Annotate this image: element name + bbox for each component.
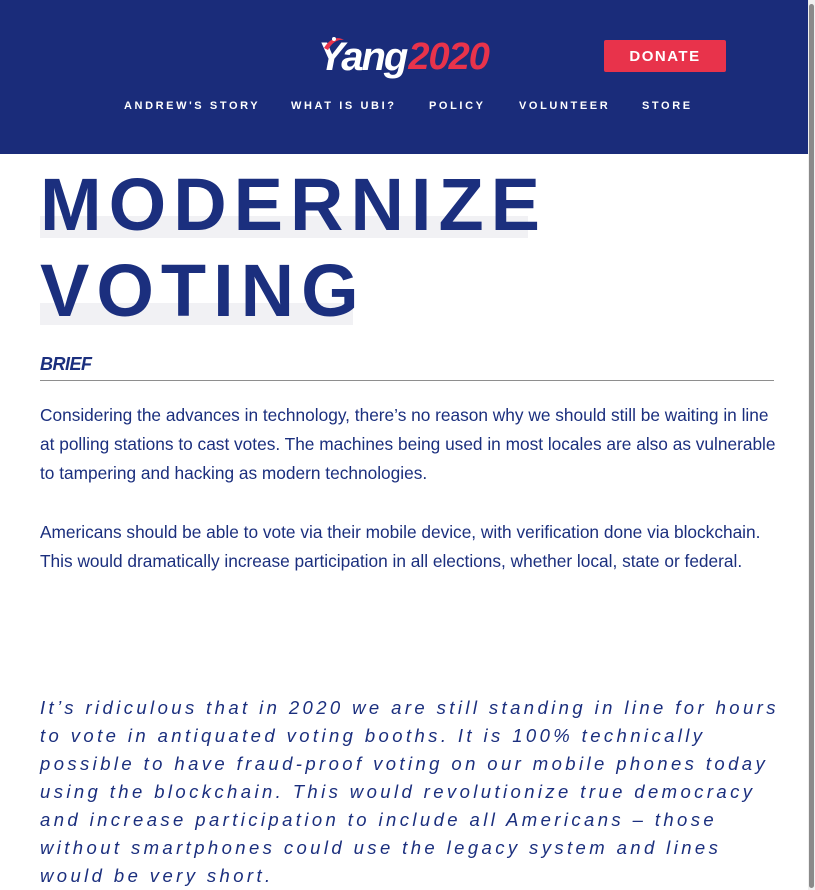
- yang2020-logo[interactable]: Yang 2020: [318, 34, 498, 80]
- nav-store[interactable]: STORE: [642, 100, 693, 112]
- body-paragraph-1: Considering the advances in technology, …: [40, 405, 776, 483]
- logo-year: 2020: [408, 35, 490, 78]
- nav-volunteer[interactable]: VOLUNTEER: [519, 100, 610, 112]
- body-paragraph-2: Americans should be able to vote via the…: [40, 522, 761, 571]
- brief-label: BRIEF: [40, 354, 92, 374]
- nav-andrews-story[interactable]: ANDREW'S STORY: [124, 100, 260, 112]
- page-title-line-1: MODERNIZE: [40, 163, 547, 246]
- flag-swoosh-icon: [324, 37, 344, 50]
- brief-divider: [40, 380, 774, 381]
- page-scrollbar[interactable]: [808, 0, 815, 890]
- site-header: Yang 2020 DONATE ANDREW'S STORY WHAT IS …: [0, 0, 808, 154]
- scrollbar-thumb[interactable]: [809, 4, 814, 888]
- nav-what-is-ubi[interactable]: WHAT IS UBI?: [291, 100, 397, 112]
- main-nav: ANDREW'S STORY WHAT IS UBI? POLICY VOLUN…: [0, 100, 808, 116]
- page-title-line-2: VOTING: [40, 249, 366, 332]
- nav-policy[interactable]: POLICY: [429, 100, 486, 112]
- pull-quote: It’s ridiculous that in 2020 we are stil…: [40, 697, 779, 886]
- donate-button[interactable]: DONATE: [604, 40, 726, 72]
